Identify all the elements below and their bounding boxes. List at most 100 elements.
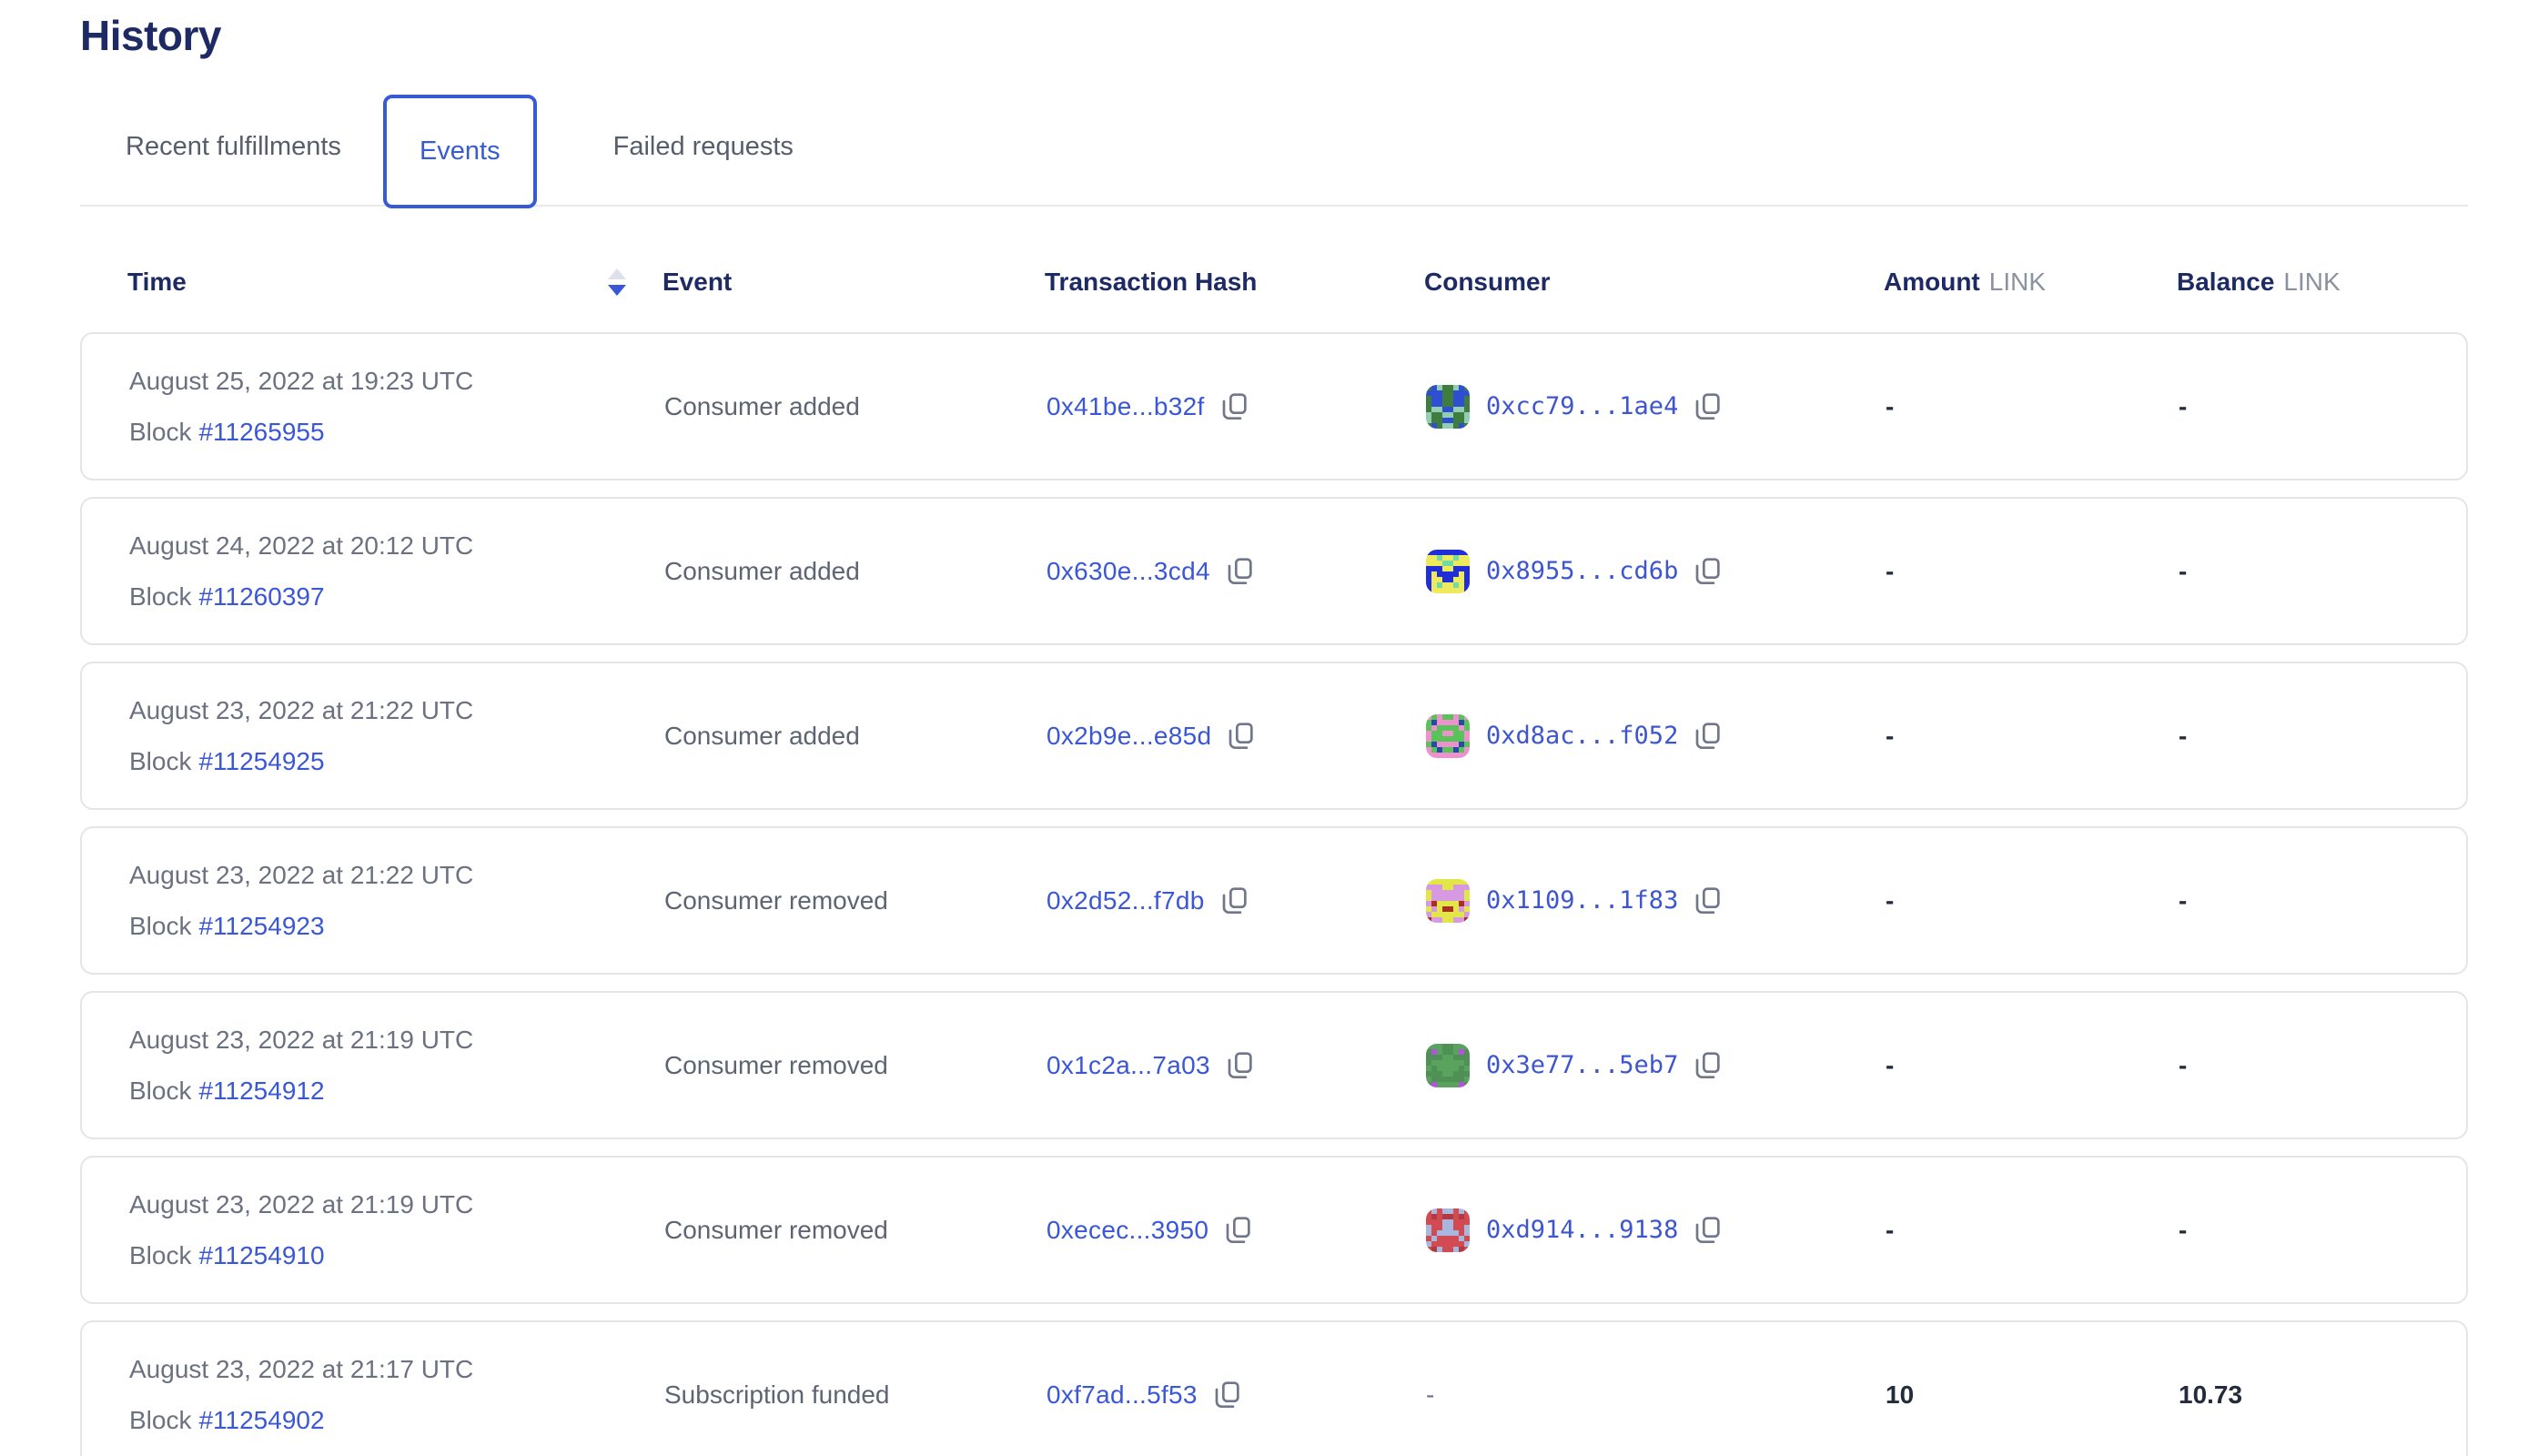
copy-icon[interactable] xyxy=(1221,392,1249,421)
time-cell: August 23, 2022 at 21:22 UTC Block#11254… xyxy=(129,696,664,776)
transaction-hash-link[interactable]: 0xecec...3950 xyxy=(1047,1216,1208,1245)
block-line: Block#11265955 xyxy=(129,418,664,447)
amount-value: - xyxy=(1886,886,2179,915)
amount-value: - xyxy=(1886,722,2179,751)
history-section: History Recent fulfillments Events Faile… xyxy=(0,11,2528,1456)
time-cell: August 23, 2022 at 21:19 UTC Block#11254… xyxy=(129,1190,664,1270)
transaction-hash-link[interactable]: 0xf7ad...5f53 xyxy=(1047,1380,1198,1410)
table-row: August 23, 2022 at 21:22 UTC Block#11254… xyxy=(80,826,2468,975)
table-row: August 23, 2022 at 21:19 UTC Block#11254… xyxy=(80,1156,2468,1304)
transaction-hash-cell: 0xf7ad...5f53 xyxy=(1047,1380,1426,1410)
consumer-address-link[interactable]: 0xcc79...1ae4 xyxy=(1486,392,1678,420)
consumer-identicon-icon xyxy=(1426,550,1470,593)
tab-failed-requests[interactable]: Failed requests xyxy=(613,92,794,204)
consumer-cell: - xyxy=(1426,1380,1886,1410)
amount-value: - xyxy=(1886,557,2179,586)
consumer-identicon-icon xyxy=(1426,1044,1470,1087)
event-type: Subscription funded xyxy=(664,1380,1047,1410)
time-cell: August 23, 2022 at 21:19 UTC Block#11254… xyxy=(129,1026,664,1106)
block-number-link[interactable]: #11265955 xyxy=(198,418,324,446)
copy-icon[interactable] xyxy=(1227,1051,1254,1080)
block-line: Block#11254902 xyxy=(129,1406,664,1435)
consumer-identicon-icon xyxy=(1426,714,1470,758)
block-label: Block xyxy=(129,1241,191,1269)
table-row: August 23, 2022 at 21:19 UTC Block#11254… xyxy=(80,991,2468,1139)
transaction-hash-cell: 0x2d52...f7db xyxy=(1047,886,1426,915)
block-line: Block#11260397 xyxy=(129,582,664,612)
balance-header-label: Balance xyxy=(2177,268,2274,296)
balance-value: - xyxy=(2179,392,2466,421)
column-header-balance: Balance LINK xyxy=(2177,268,2468,297)
copy-icon[interactable] xyxy=(1225,1216,1252,1245)
event-timestamp: August 24, 2022 at 20:12 UTC xyxy=(129,531,664,561)
table-row: August 24, 2022 at 20:12 UTC Block#11260… xyxy=(80,497,2468,645)
block-line: Block#11254925 xyxy=(129,747,664,776)
copy-icon[interactable] xyxy=(1228,722,1255,751)
copy-icon[interactable] xyxy=(1214,1380,1241,1410)
copy-icon[interactable] xyxy=(1694,1216,1722,1245)
event-type: Consumer removed xyxy=(664,1216,1047,1245)
tab-events[interactable]: Events xyxy=(383,95,537,208)
block-label: Block xyxy=(129,1406,191,1434)
consumer-address-link[interactable]: 0x1109...1f83 xyxy=(1486,886,1678,915)
time-header-label: Time xyxy=(127,268,187,297)
copy-icon[interactable] xyxy=(1694,886,1722,915)
block-label: Block xyxy=(129,747,191,775)
event-timestamp: August 23, 2022 at 21:19 UTC xyxy=(129,1190,664,1219)
consumer-address-link[interactable]: 0xd914...9138 xyxy=(1486,1216,1678,1244)
column-header-event: Event xyxy=(662,268,1045,297)
event-type: Consumer removed xyxy=(664,1051,1047,1080)
copy-icon[interactable] xyxy=(1694,392,1722,421)
balance-unit-label: LINK xyxy=(2283,268,2340,296)
block-number-link[interactable]: #11254925 xyxy=(198,747,324,775)
sort-descending-icon xyxy=(608,268,626,296)
tab-recent-fulfillments[interactable]: Recent fulfillments xyxy=(126,92,341,204)
consumer-address-link[interactable]: 0x8955...cd6b xyxy=(1486,557,1678,585)
consumer-cell: 0x1109...1f83 xyxy=(1426,879,1886,923)
event-timestamp: August 23, 2022 at 21:17 UTC xyxy=(129,1355,664,1384)
block-number-link[interactable]: #11254923 xyxy=(198,912,324,940)
transaction-hash-link[interactable]: 0x41be...b32f xyxy=(1047,392,1205,421)
column-header-amount: AmountLINK xyxy=(1884,268,2177,297)
consumer-identicon-icon xyxy=(1426,1208,1470,1252)
table-row: August 25, 2022 at 19:23 UTC Block#11265… xyxy=(80,332,2468,480)
block-number-link[interactable]: #11254902 xyxy=(198,1406,324,1434)
event-type: Consumer removed xyxy=(664,886,1047,915)
transaction-hash-link[interactable]: 0x2b9e...e85d xyxy=(1047,722,1211,751)
copy-icon[interactable] xyxy=(1694,1051,1722,1080)
consumer-address-link[interactable]: 0xd8ac...f052 xyxy=(1486,722,1678,750)
consumer-cell: 0xcc79...1ae4 xyxy=(1426,385,1886,429)
time-cell: August 23, 2022 at 21:22 UTC Block#11254… xyxy=(129,861,664,941)
transaction-hash-link[interactable]: 0x1c2a...7a03 xyxy=(1047,1051,1210,1080)
block-number-link[interactable]: #11254912 xyxy=(198,1077,324,1105)
copy-icon[interactable] xyxy=(1227,557,1254,586)
transaction-hash-link[interactable]: 0x2d52...f7db xyxy=(1047,886,1205,915)
balance-value: - xyxy=(2179,1216,2466,1245)
transaction-hash-cell: 0xecec...3950 xyxy=(1047,1216,1426,1245)
table-body: August 25, 2022 at 19:23 UTC Block#11265… xyxy=(80,332,2468,1456)
time-cell: August 25, 2022 at 19:23 UTC Block#11265… xyxy=(129,367,664,447)
consumer-address-link[interactable]: 0x3e77...5eb7 xyxy=(1486,1051,1678,1079)
column-header-time[interactable]: Time xyxy=(127,268,662,297)
block-number-link[interactable]: #11254910 xyxy=(198,1241,324,1269)
balance-value: 10.73 xyxy=(2179,1380,2466,1410)
amount-value: - xyxy=(1886,1216,2179,1245)
consumer-identicon-icon xyxy=(1426,385,1470,429)
copy-icon[interactable] xyxy=(1221,886,1249,915)
block-label: Block xyxy=(129,582,191,611)
consumer-cell: 0xd8ac...f052 xyxy=(1426,714,1886,758)
transaction-hash-cell: 0x630e...3cd4 xyxy=(1047,557,1426,586)
copy-icon[interactable] xyxy=(1694,557,1722,586)
amount-value: - xyxy=(1886,392,2179,421)
copy-icon[interactable] xyxy=(1694,722,1722,751)
consumer-cell: 0xd914...9138 xyxy=(1426,1208,1886,1252)
event-timestamp: August 25, 2022 at 19:23 UTC xyxy=(129,367,664,396)
block-line: Block#11254912 xyxy=(129,1077,664,1106)
block-number-link[interactable]: #11260397 xyxy=(198,582,324,611)
column-header-transaction-hash: Transaction Hash xyxy=(1045,268,1424,297)
transaction-hash-link[interactable]: 0x630e...3cd4 xyxy=(1047,557,1210,586)
balance-value: - xyxy=(2179,886,2466,915)
balance-value: - xyxy=(2179,1051,2466,1080)
time-cell: August 23, 2022 at 21:17 UTC Block#11254… xyxy=(129,1355,664,1435)
consumer-identicon-icon xyxy=(1426,879,1470,923)
